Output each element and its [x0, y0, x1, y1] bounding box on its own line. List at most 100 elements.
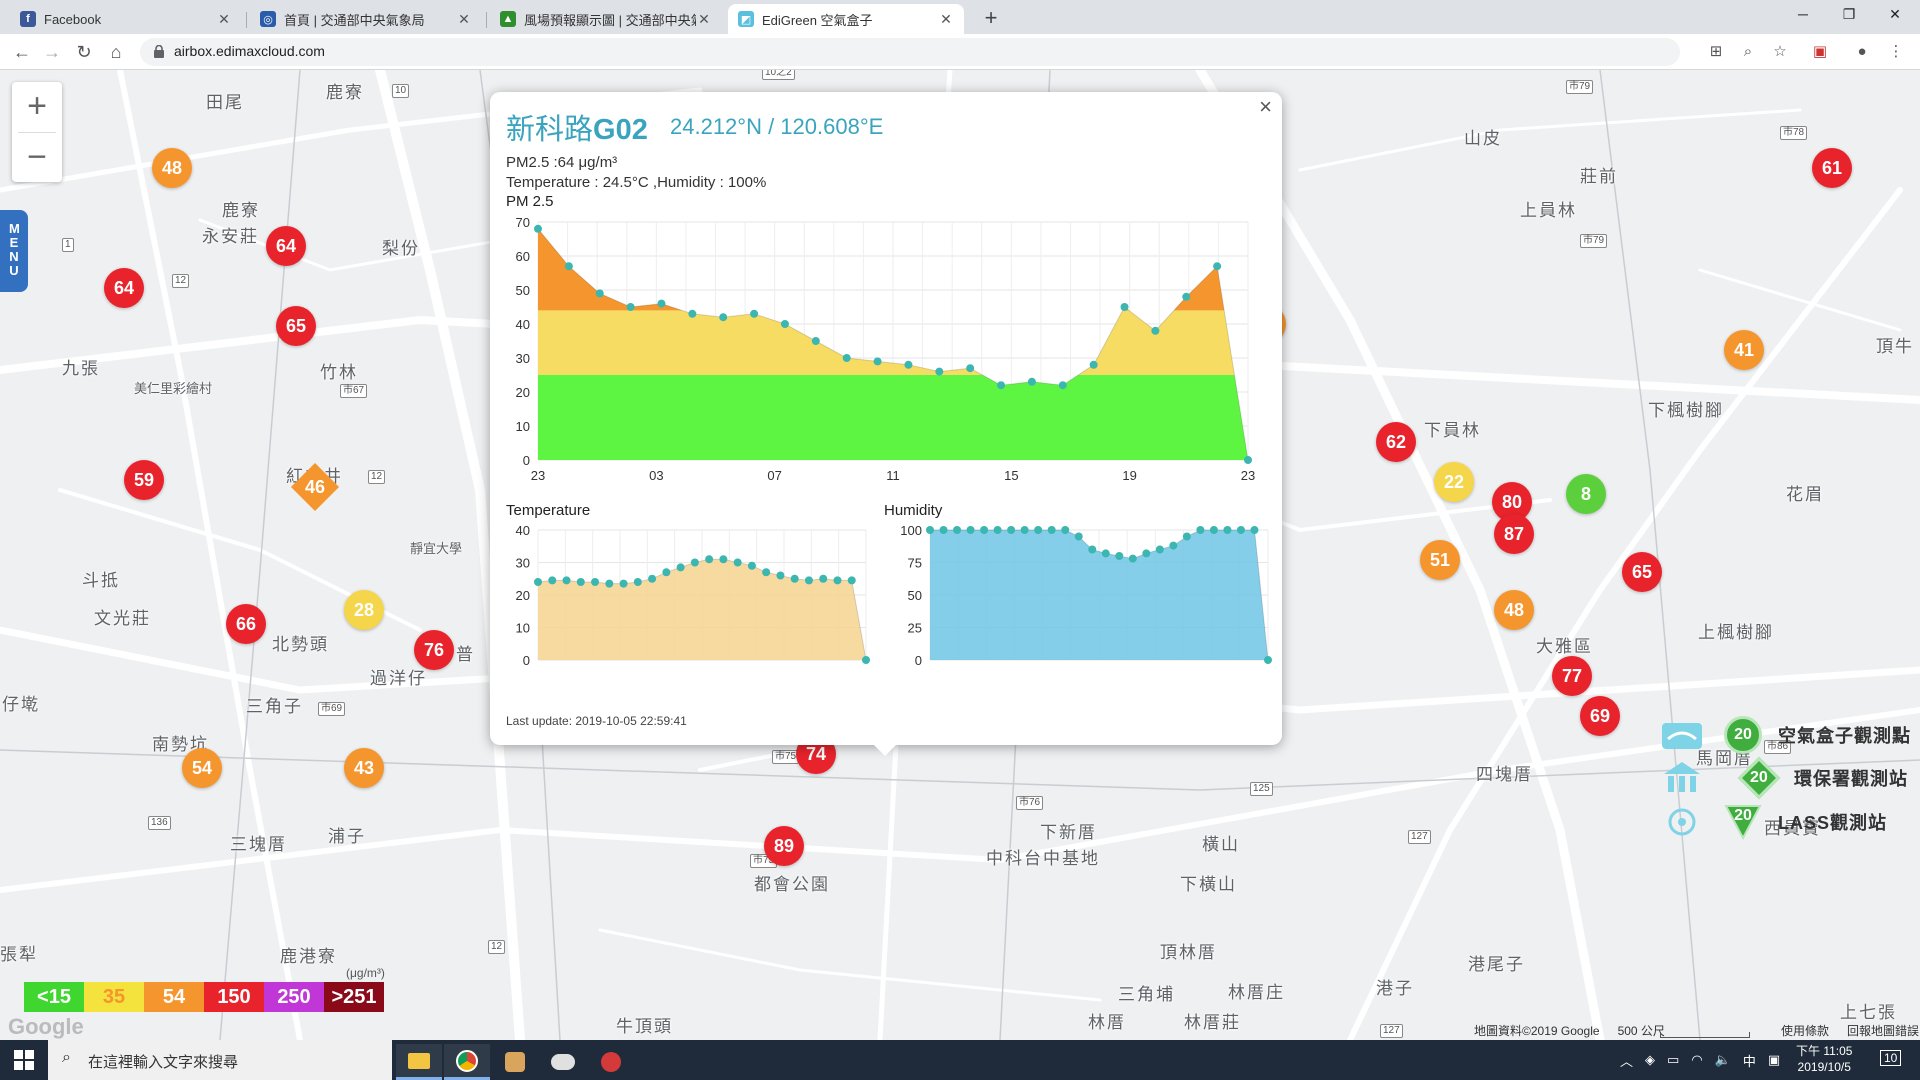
aqi-marker[interactable]: 8: [1566, 474, 1606, 514]
map-canvas[interactable]: 鹿寮 田尾 鹿寮 永安莊 梨份 九張 美仁里彩繪村 竹林 紅毛井 斗抵 文光莊 …: [0, 70, 1920, 1040]
aqi-marker[interactable]: 59: [124, 460, 164, 500]
x-tick-label: 23: [1241, 468, 1255, 482]
aqi-marker[interactable]: 65: [276, 306, 316, 346]
close-tab-icon[interactable]: ✕: [938, 11, 954, 28]
map-label: 鹿寮: [326, 83, 364, 102]
map-label: 下員林: [1424, 421, 1481, 440]
aqi-marker[interactable]: 48: [152, 148, 192, 188]
aqi-legend-item: >251: [324, 982, 384, 1012]
restore-button[interactable]: ❐: [1826, 0, 1872, 30]
y-tick-label: 40: [516, 317, 530, 332]
aqi-marker[interactable]: 51: [1420, 540, 1460, 580]
epa-legend-row[interactable]: 20 環保署觀測站: [1660, 756, 1908, 800]
translate-icon[interactable]: ⊞: [1706, 42, 1726, 62]
aqi-marker[interactable]: 28: [344, 590, 384, 630]
aqi-marker[interactable]: 64: [266, 226, 306, 266]
aqi-marker[interactable]: 76: [414, 630, 454, 670]
lass-legend-row[interactable]: 20 LASS觀測站: [1660, 804, 1887, 840]
forward-button[interactable]: →: [40, 40, 64, 64]
epa-station-marker[interactable]: 46: [290, 462, 340, 512]
tab-wind-forecast[interactable]: ▲ 風場預報顯示圖 | 交通部中央氣象 ✕: [490, 4, 722, 34]
aqi-marker[interactable]: 66: [226, 604, 266, 644]
zoom-in-button[interactable]: +: [12, 82, 62, 132]
y-tick-label: 75: [908, 556, 922, 571]
tab-edigreen[interactable]: ◩ EdiGreen 空氣盒子 ✕: [728, 4, 964, 34]
aqi-marker[interactable]: 89: [764, 826, 804, 866]
volume-icon[interactable]: 🔈: [1715, 1052, 1731, 1068]
aqi-marker[interactable]: 54: [182, 748, 222, 788]
y-tick-label: 50: [516, 283, 530, 298]
home-button[interactable]: ⌂: [104, 40, 128, 64]
tab-facebook[interactable]: f Facebook ✕: [10, 4, 242, 34]
windows-start-icon[interactable]: [14, 1050, 34, 1070]
y-tick-label: 0: [523, 653, 530, 668]
minimize-button[interactable]: ─: [1780, 0, 1826, 30]
red-app-icon: [601, 1052, 621, 1072]
report-error-link[interactable]: 回報地圖錯誤: [1847, 1022, 1919, 1039]
close-window-button[interactable]: ✕: [1872, 0, 1918, 30]
aqi-marker[interactable]: 62: [1376, 422, 1416, 462]
cloud-app-icon: [551, 1054, 575, 1070]
tab-cwb-home[interactable]: ◎ 首頁 | 交通部中央氣象局 ✕: [250, 4, 482, 34]
aqi-marker[interactable]: 43: [344, 748, 384, 788]
antivirus-icon[interactable]: ◈: [1645, 1052, 1655, 1068]
file-explorer-app[interactable]: [396, 1044, 442, 1080]
data-point: [548, 576, 557, 585]
popup-pointer: [871, 742, 899, 756]
battery-icon[interactable]: ▭: [1667, 1052, 1679, 1068]
chrome-menu-icon[interactable]: ⋮: [1886, 42, 1906, 62]
tray-expand-icon[interactable]: ︿: [1620, 1051, 1633, 1070]
aqi-marker[interactable]: 64: [104, 268, 144, 308]
x-tick-label: 03: [649, 468, 663, 482]
aqi-marker[interactable]: 22: [1434, 462, 1474, 502]
taskbar-search-box[interactable]: ⌕ 在這裡輸入文字來搜尋: [48, 1040, 392, 1080]
data-point: [997, 381, 1006, 390]
terms-link[interactable]: 使用條款: [1781, 1022, 1829, 1039]
lass-badge: 20: [1724, 804, 1762, 840]
aqi-marker[interactable]: 69: [1580, 696, 1620, 736]
aqi-marker[interactable]: 65: [1622, 552, 1662, 592]
aqi-marker[interactable]: 87: [1494, 514, 1534, 554]
data-point: [564, 262, 573, 271]
pinned-app-1[interactable]: [492, 1044, 538, 1080]
map-label: 鹿港寮: [280, 947, 337, 966]
close-tab-icon[interactable]: ✕: [696, 11, 712, 28]
bookmark-star-icon[interactable]: ☆: [1770, 42, 1790, 62]
close-tab-icon[interactable]: ✕: [216, 11, 232, 28]
data-point: [804, 576, 813, 585]
station-coordinates: 24.212°N / 120.608°E: [670, 114, 884, 139]
new-tab-button[interactable]: +: [978, 6, 1004, 32]
taskbar-clock[interactable]: 下午 11:05 2019/10/5: [1796, 1043, 1852, 1075]
reload-button[interactable]: ↻: [72, 40, 96, 64]
app-tray-icon[interactable]: ▣: [1768, 1052, 1780, 1068]
pinned-app-2[interactable]: [540, 1044, 586, 1080]
ime-indicator[interactable]: 中: [1743, 1051, 1756, 1070]
close-tab-icon[interactable]: ✕: [456, 11, 472, 28]
account-icon[interactable]: ●: [1852, 42, 1872, 62]
zoom-out-button[interactable]: −: [12, 133, 62, 183]
map-label: 港子: [1376, 979, 1414, 998]
extension-icon[interactable]: ▣: [1810, 42, 1830, 62]
data-point: [1089, 360, 1098, 369]
zoom-icon[interactable]: ⌕: [1738, 42, 1758, 62]
close-popup-button[interactable]: ×: [1259, 94, 1272, 120]
chrome-app[interactable]: [444, 1044, 490, 1080]
address-bar[interactable]: airbox.edimaxcloud.com: [140, 38, 1680, 66]
airbox-legend-row[interactable]: 20 空氣盒子觀測點: [1660, 716, 1911, 754]
data-point: [690, 558, 699, 567]
pinned-app-3[interactable]: [588, 1044, 634, 1080]
aqi-marker[interactable]: 77: [1552, 656, 1592, 696]
aqi-marker[interactable]: 61: [1812, 148, 1852, 188]
data-point: [534, 578, 542, 586]
browser-toolbar: ← → ↻ ⌂ airbox.edimaxcloud.com ⊞ ⌕ ☆ ▣ ●…: [0, 34, 1920, 70]
road-shield: 市79: [1566, 80, 1594, 94]
notification-center-button[interactable]: 10: [1880, 1050, 1902, 1066]
aqi-marker[interactable]: 41: [1724, 330, 1764, 370]
aqi-marker[interactable]: 48: [1494, 590, 1534, 630]
road-shield: 市78: [1780, 126, 1808, 140]
back-button[interactable]: ←: [10, 40, 34, 64]
temperature-chart: 0 10 20 30 40: [516, 523, 870, 668]
side-menu-button[interactable]: MENU: [0, 210, 28, 292]
map-label: 北勢頭: [272, 635, 329, 654]
network-icon[interactable]: ◠: [1691, 1052, 1702, 1068]
